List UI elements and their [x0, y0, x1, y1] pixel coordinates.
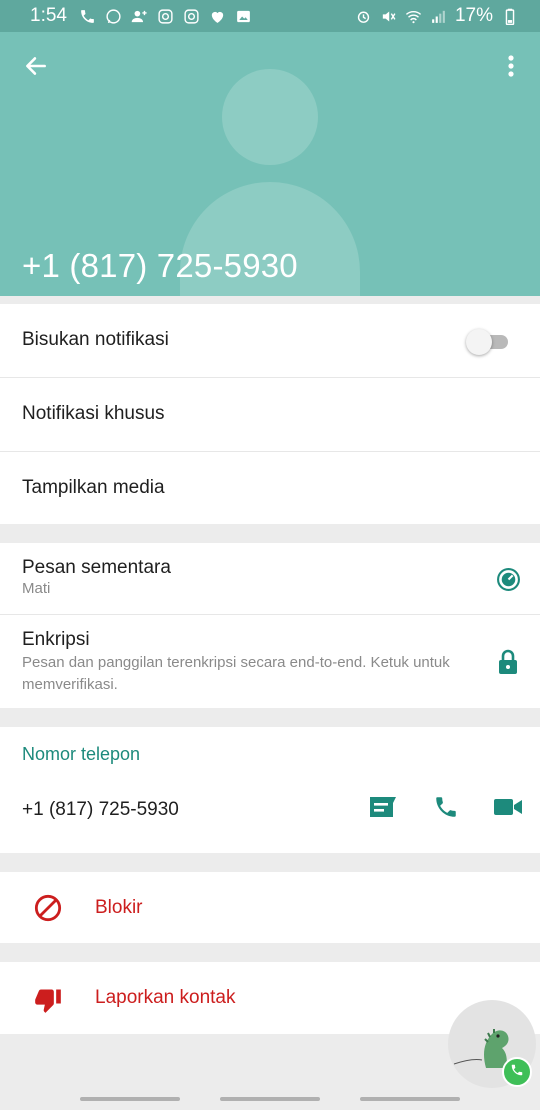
avatar-placeholder-head	[222, 69, 318, 165]
system-icons: 17%	[355, 5, 518, 27]
wifi-icon	[405, 8, 422, 25]
more-vert-icon	[507, 54, 515, 83]
phone-icon	[433, 794, 459, 825]
custom-notifications-label: Notifikasi khusus	[22, 403, 165, 424]
battery-percent: 17%	[454, 5, 493, 26]
lock-icon	[497, 649, 519, 680]
battery-icon	[501, 8, 518, 25]
custom-notifications-row[interactable]: Notifikasi khusus	[0, 378, 540, 452]
nav-handle-left[interactable]	[80, 1097, 180, 1101]
phone-section-label: Nomor telepon	[22, 744, 141, 764]
notification-icons	[79, 8, 252, 25]
disappearing-messages-row[interactable]: Pesan sementara Mati	[0, 543, 540, 615]
disappearing-messages-value: Mati	[22, 580, 51, 597]
whatsapp-icon	[105, 8, 122, 25]
privacy-card: Pesan sementara Mati Enkripsi Pesan dan …	[0, 543, 540, 708]
instagram-icon-2	[183, 8, 200, 25]
block-label: Blokir	[95, 897, 143, 918]
mute-toggle[interactable]	[466, 329, 510, 355]
thumbs-down-icon	[32, 984, 64, 1016]
call-notification-icon	[79, 8, 96, 25]
video-call-button[interactable]	[491, 792, 525, 826]
message-button[interactable]	[366, 792, 400, 826]
mute-notifications-label: Bisukan notifikasi	[22, 329, 169, 350]
timer-icon	[496, 567, 521, 597]
voice-call-button[interactable]	[429, 792, 463, 826]
toggle-knob	[466, 329, 492, 355]
alarm-icon	[355, 8, 372, 25]
gallery-icon	[235, 8, 252, 25]
heart-icon	[209, 8, 226, 25]
nav-handle-center[interactable]	[220, 1097, 320, 1101]
contact-title: +1 (817) 725-5930	[22, 247, 298, 284]
notification-settings-card: Bisukan notifikasi Notifikasi khusus Tam…	[0, 304, 540, 524]
encryption-label: Enkripsi	[22, 629, 90, 650]
more-options-button[interactable]	[494, 50, 528, 86]
back-button[interactable]	[18, 50, 54, 86]
block-card[interactable]: Blokir	[0, 872, 540, 943]
encryption-description: Pesan dan panggilan terenkripsi secara e…	[22, 654, 450, 693]
encryption-row[interactable]: Enkripsi Pesan dan panggilan terenkripsi…	[0, 615, 540, 708]
message-icon	[368, 794, 398, 825]
back-arrow-icon	[23, 53, 49, 84]
mute-notifications-row[interactable]: Bisukan notifikasi	[0, 304, 540, 378]
status-time: 1:54	[30, 5, 67, 26]
show-media-label: Tampilkan media	[22, 477, 165, 498]
add-contact-icon	[131, 8, 148, 25]
block-icon	[32, 892, 64, 924]
video-camera-icon	[493, 796, 523, 823]
phone-number[interactable]: +1 (817) 725-5930	[22, 799, 179, 821]
instagram-icon	[157, 8, 174, 25]
show-media-row[interactable]: Tampilkan media	[0, 452, 540, 524]
disappearing-messages-label: Pesan sementara	[22, 557, 171, 578]
report-label: Laporkan kontak	[95, 987, 236, 1008]
call-badge[interactable]	[502, 1057, 532, 1087]
phone-number-card: Nomor telepon +1 (817) 725-5930	[0, 727, 540, 853]
signal-icon	[430, 8, 447, 25]
nav-handle-right[interactable]	[360, 1097, 460, 1101]
status-bar: 1:54 17%	[0, 0, 540, 32]
call-badge-phone-icon	[510, 1063, 524, 1082]
contact-header: +1 (817) 725-5930	[0, 32, 540, 296]
mute-icon	[380, 8, 397, 25]
